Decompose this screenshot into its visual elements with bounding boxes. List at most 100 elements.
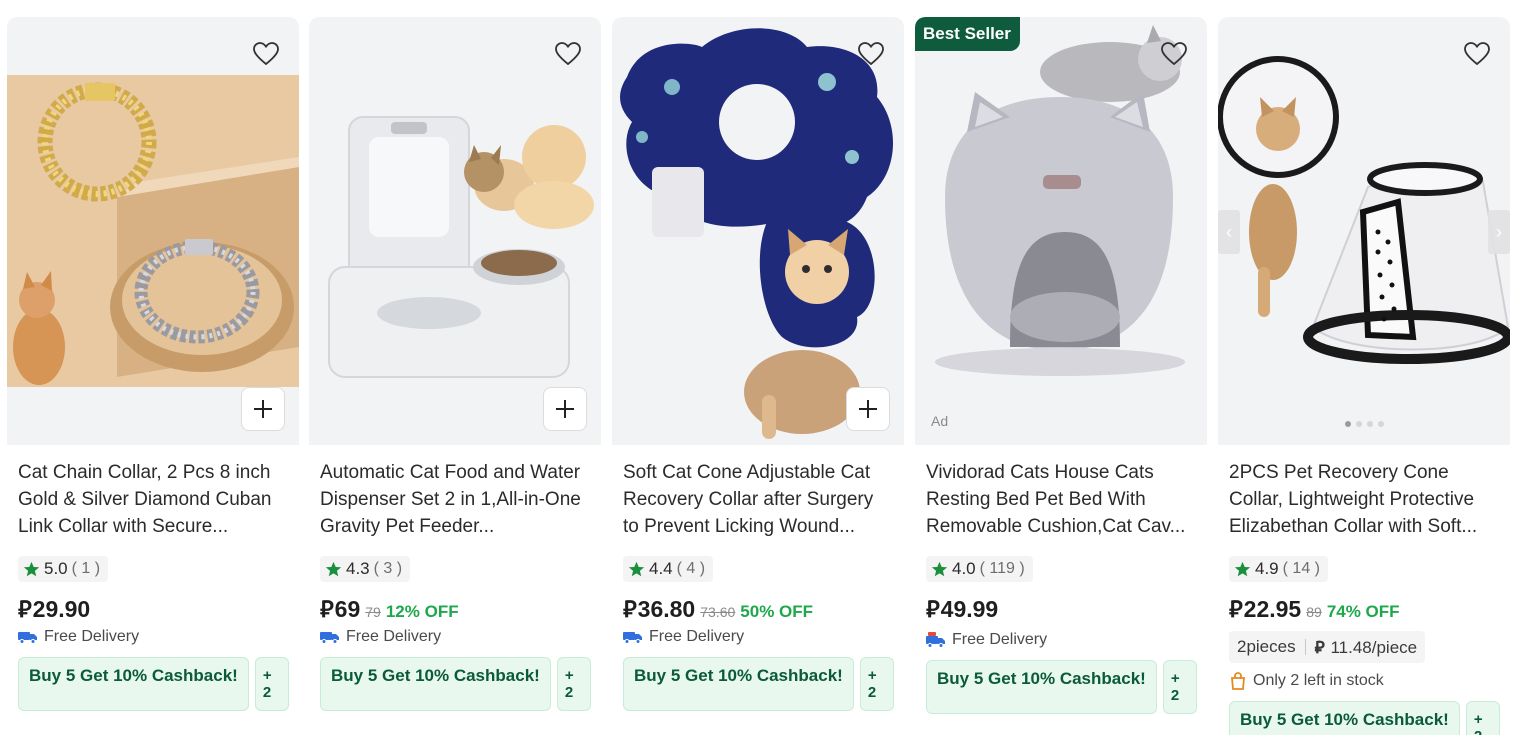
delivery-label: Free Delivery [952, 630, 1048, 648]
price-value: 49.99 [940, 595, 999, 622]
cashback-promo[interactable]: Buy 5 Get 10% Cashback! [18, 656, 249, 711]
original-price: 79 [365, 603, 381, 620]
product-image[interactable]: ‹ › [1218, 17, 1510, 445]
chevron-right-icon[interactable]: › [1488, 210, 1510, 254]
divider [1304, 638, 1306, 655]
currency-symbol: ⃁ [623, 595, 637, 622]
original-price: 89 [1306, 603, 1322, 620]
carousel-dot[interactable] [1377, 421, 1384, 427]
wishlist-heart-icon[interactable] [251, 39, 281, 69]
review-count: ( 4 ) [676, 560, 706, 577]
add-to-cart-button[interactable] [846, 387, 890, 431]
delivery-info: Free Delivery [623, 628, 894, 646]
wishlist-heart-icon[interactable] [1159, 39, 1189, 69]
product-card[interactable]: Cat Chain Collar, 2 Pcs 8 inch Gold & Si… [7, 17, 299, 735]
unit-count: 2pieces [1237, 636, 1296, 656]
product-image[interactable]: Best Seller Ad [915, 17, 1207, 445]
promo-row: Buy 5 Get 10% Cashback! + 2 [623, 656, 894, 711]
cashback-promo[interactable]: Buy 5 Get 10% Cashback! [320, 656, 551, 711]
delivery-info: Free Delivery [18, 628, 289, 646]
rating-badge: 4.9 ( 14 ) [1229, 556, 1328, 582]
product-carousel-row: Cat Chain Collar, 2 Pcs 8 inch Gold & Si… [0, 0, 1536, 735]
product-card[interactable]: Soft Cat Cone Adjustable Cat Recovery Co… [612, 17, 904, 735]
more-promos-button[interactable]: + 2 [1465, 700, 1500, 735]
product-card[interactable]: Best Seller Ad Vividorad Cats House Cats… [915, 17, 1207, 735]
add-to-cart-button[interactable] [543, 387, 587, 431]
delivery-label: Free Delivery [44, 627, 140, 645]
shopping-bag-icon [1231, 671, 1245, 690]
unit-price-value: 11.48/piece [1330, 637, 1418, 657]
price-value: 29.90 [32, 595, 91, 622]
product-title[interactable]: Vividorad Cats House Cats Resting Bed Pe… [926, 459, 1197, 540]
more-promos-button[interactable]: + 2 [254, 656, 289, 711]
rating-value: 5.0 [44, 559, 68, 578]
cashback-promo[interactable]: Buy 5 Get 10% Cashback! [926, 659, 1157, 714]
more-promos-button[interactable]: + 2 [556, 656, 591, 711]
product-title[interactable]: Cat Chain Collar, 2 Pcs 8 inch Gold & Si… [18, 459, 289, 540]
review-count: ( 1 ) [71, 560, 101, 577]
carousel-dot[interactable] [1355, 421, 1362, 427]
carousel-dots [1218, 421, 1510, 427]
review-count: ( 14 ) [1282, 560, 1320, 577]
promo-row: Buy 5 Get 10% Cashback! + 2 [320, 656, 591, 711]
price-value: 69 [334, 595, 361, 622]
chevron-left-icon[interactable]: ‹ [1218, 210, 1240, 254]
wishlist-heart-icon[interactable] [553, 39, 583, 69]
price-line: ⃁36.80 73.60 50% OFF [623, 595, 894, 624]
stock-label: Only 2 left in stock [1253, 671, 1384, 689]
price: ⃁36.80 [623, 595, 695, 624]
rating-badge: 4.3 ( 3 ) [320, 556, 411, 582]
more-promos-button[interactable]: + 2 [859, 656, 894, 711]
carousel-dot[interactable] [1366, 421, 1373, 427]
plus-icon [556, 400, 574, 418]
wishlist-heart-icon[interactable] [856, 39, 886, 69]
product-title[interactable]: Automatic Cat Food and Water Dispenser S… [320, 459, 591, 540]
original-price: 73.60 [700, 603, 736, 620]
product-card[interactable]: ‹ › 2PCS Pet Recovery Cone Collar, Light… [1218, 17, 1510, 735]
product-title[interactable]: Soft Cat Cone Adjustable Cat Recovery Co… [623, 459, 894, 540]
stock-info: Only 2 left in stock [1229, 672, 1500, 690]
more-promos-button[interactable]: + 2 [1162, 659, 1197, 714]
plus-icon [254, 400, 272, 418]
wishlist-heart-icon[interactable] [1462, 39, 1492, 69]
star-icon [931, 561, 948, 576]
product-title[interactable]: 2PCS Pet Recovery Cone Collar, Lightweig… [1229, 459, 1500, 540]
carousel-dot[interactable] [1344, 421, 1351, 427]
product-image[interactable] [612, 17, 904, 445]
best-seller-badge: Best Seller [915, 17, 1020, 51]
cashback-promo[interactable]: Buy 5 Get 10% Cashback! [623, 656, 854, 711]
delivery-label: Free Delivery [346, 627, 442, 645]
unit-price: ⃁ 11.48/piece [1315, 636, 1418, 658]
delivery-label: Free Delivery [649, 627, 745, 645]
cashback-promo[interactable]: Buy 5 Get 10% Cashback! [1229, 700, 1460, 735]
discount-label: 50% OFF [740, 601, 814, 621]
discount-label: 12% OFF [385, 601, 459, 621]
product-image[interactable] [7, 17, 299, 445]
currency-symbol: ⃁ [1229, 595, 1243, 622]
product-photo [7, 75, 299, 387]
truck-icon [623, 631, 642, 644]
currency-symbol: ⃁ [320, 595, 334, 622]
delivery-info: Free Delivery [926, 631, 1197, 649]
price-value: 22.95 [1243, 595, 1302, 622]
product-photo [1218, 56, 1510, 364]
discount-label: 74% OFF [1326, 601, 1400, 621]
price: ⃁29.90 [18, 595, 90, 624]
price-line: ⃁69 79 12% OFF [320, 595, 591, 624]
rating-value: 4.3 [346, 559, 370, 578]
product-image[interactable] [309, 17, 601, 445]
add-to-cart-button[interactable] [241, 387, 285, 431]
price: ⃁49.99 [926, 595, 998, 624]
star-icon [23, 561, 40, 576]
star-icon [1234, 561, 1251, 576]
plus-icon [859, 400, 877, 418]
rating-value: 4.0 [952, 559, 976, 578]
truck-icon [926, 631, 945, 648]
star-icon [628, 561, 645, 576]
price: ⃁69 [320, 595, 360, 624]
product-card[interactable]: Automatic Cat Food and Water Dispenser S… [309, 17, 601, 735]
rating-badge: 4.4 ( 4 ) [623, 556, 714, 582]
rating-badge: 4.0 ( 119 ) [926, 556, 1033, 582]
price-line: ⃁49.99 [926, 595, 1197, 624]
price-line: ⃁22.95 89 74% OFF [1229, 595, 1500, 624]
